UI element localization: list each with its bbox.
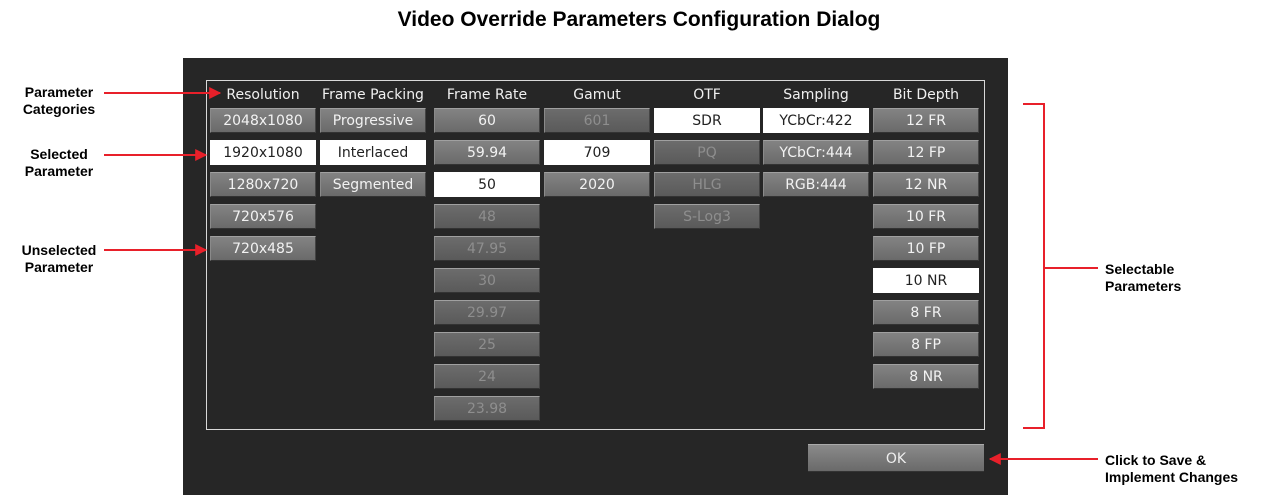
bracket-selectable-parameters	[1023, 103, 1045, 429]
annotation-overlay	[104, 87, 1098, 465]
